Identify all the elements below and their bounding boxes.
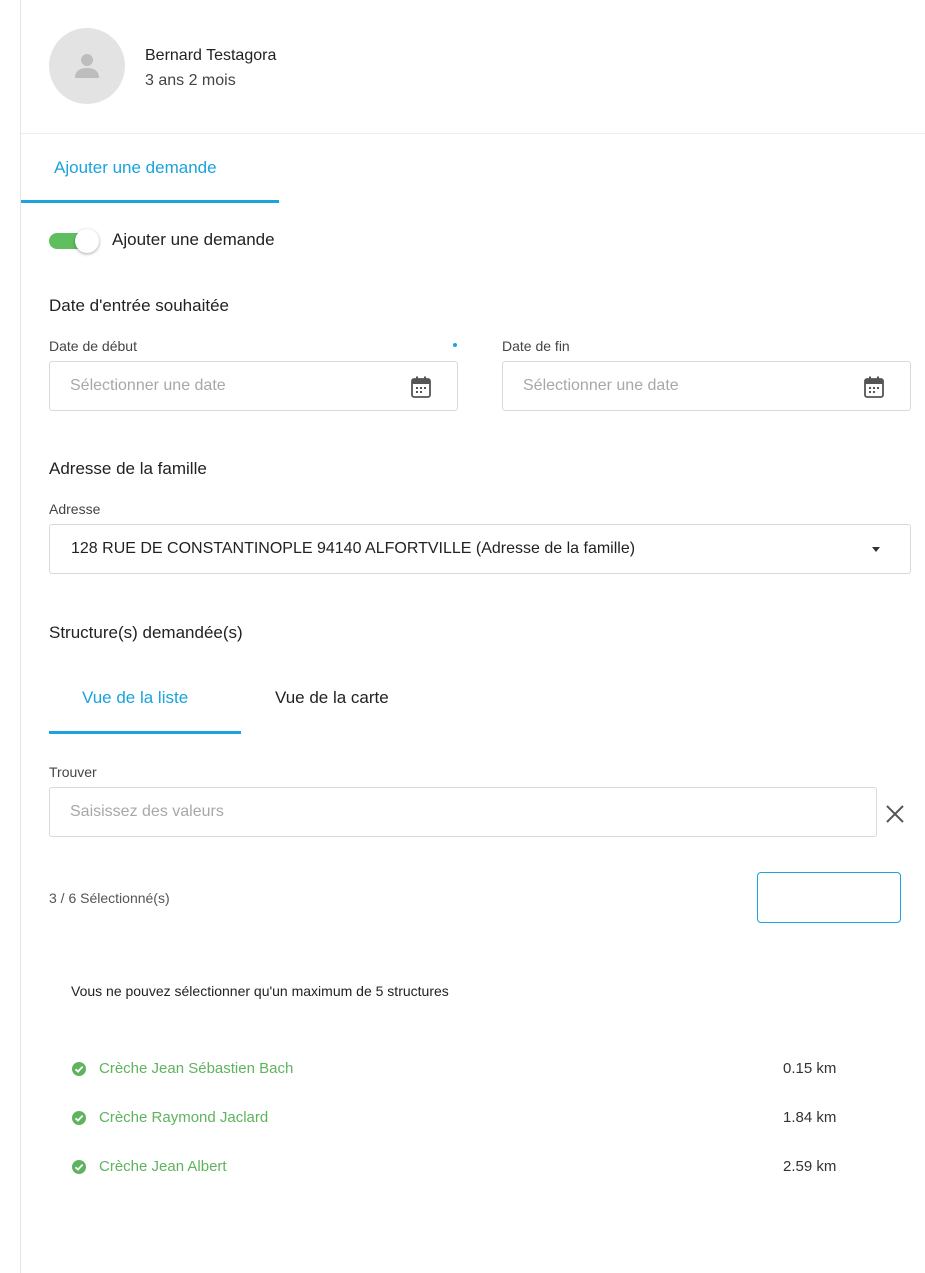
close-icon[interactable] bbox=[884, 803, 906, 825]
check-circle-icon bbox=[72, 1160, 86, 1174]
child-age: 3 ans 2 mois bbox=[145, 72, 236, 89]
tab-add-request[interactable]: Ajouter une demande bbox=[21, 133, 279, 203]
tab-list-view[interactable]: Vue de la liste bbox=[49, 668, 241, 734]
start-date-input[interactable]: Sélectionner une date bbox=[49, 361, 458, 411]
calendar-icon[interactable] bbox=[864, 376, 884, 398]
list-item[interactable]: Crèche Jean Sébastien Bach 0.15 km bbox=[71, 1058, 871, 1082]
child-name: Bernard Testagora bbox=[145, 47, 277, 64]
avatar bbox=[49, 28, 125, 104]
person-icon bbox=[75, 54, 99, 78]
list-item[interactable]: Crèche Jean Albert 2.59 km bbox=[71, 1156, 871, 1180]
structure-name: Crèche Jean Sébastien Bach bbox=[99, 1060, 294, 1077]
structure-name: Crèche Raymond Jaclard bbox=[99, 1109, 269, 1126]
address-section-title: Adresse de la famille bbox=[49, 459, 207, 478]
check-circle-icon bbox=[72, 1111, 86, 1125]
tab-list-view-label: Vue de la liste bbox=[82, 688, 189, 707]
search-input[interactable]: Saisissez des valeurs bbox=[49, 787, 877, 837]
address-value: 128 RUE DE CONSTANTINOPLE 94140 ALFORTVI… bbox=[71, 540, 636, 557]
date-section-title: Date d'entrée souhaitée bbox=[49, 296, 229, 315]
selected-count: 3 / 6 Sélectionné(s) bbox=[49, 890, 170, 906]
add-request-toggle[interactable] bbox=[49, 229, 99, 253]
list-item[interactable]: Crèche Raymond Jaclard 1.84 km bbox=[71, 1107, 871, 1131]
tab-map-view[interactable]: Vue de la carte bbox=[241, 668, 431, 734]
outlined-button[interactable] bbox=[757, 872, 901, 923]
start-date-placeholder: Sélectionner une date bbox=[70, 377, 226, 394]
end-date-placeholder: Sélectionner une date bbox=[523, 377, 679, 394]
search-label: Trouver bbox=[49, 764, 97, 780]
end-date-label: Date de fin bbox=[502, 338, 570, 354]
address-select[interactable]: 128 RUE DE CONSTANTINOPLE 94140 ALFORTVI… bbox=[49, 524, 911, 574]
address-label: Adresse bbox=[49, 501, 101, 517]
toggle-label: Ajouter une demande bbox=[112, 230, 275, 249]
check-circle-icon bbox=[72, 1062, 86, 1076]
caret-down-icon bbox=[872, 547, 880, 552]
tab-add-request-label: Ajouter une demande bbox=[54, 158, 217, 177]
structure-name: Crèche Jean Albert bbox=[99, 1158, 227, 1175]
start-date-label: Date de début bbox=[49, 338, 137, 354]
required-indicator bbox=[453, 343, 457, 347]
structure-distance: 1.84 km bbox=[783, 1109, 837, 1126]
calendar-icon[interactable] bbox=[411, 376, 431, 398]
toggle-knob bbox=[75, 229, 99, 253]
structure-distance: 0.15 km bbox=[783, 1060, 837, 1077]
structures-section-title: Structure(s) demandée(s) bbox=[49, 623, 243, 642]
max-selection-warning: Vous ne pouvez sélectionner qu'un maximu… bbox=[71, 983, 449, 999]
structure-distance: 2.59 km bbox=[783, 1158, 837, 1175]
tab-map-view-label: Vue de la carte bbox=[275, 688, 389, 707]
child-header: Bernard Testagora 3 ans 2 mois bbox=[21, 0, 925, 134]
search-placeholder: Saisissez des valeurs bbox=[70, 803, 224, 820]
end-date-input[interactable]: Sélectionner une date bbox=[502, 361, 911, 411]
